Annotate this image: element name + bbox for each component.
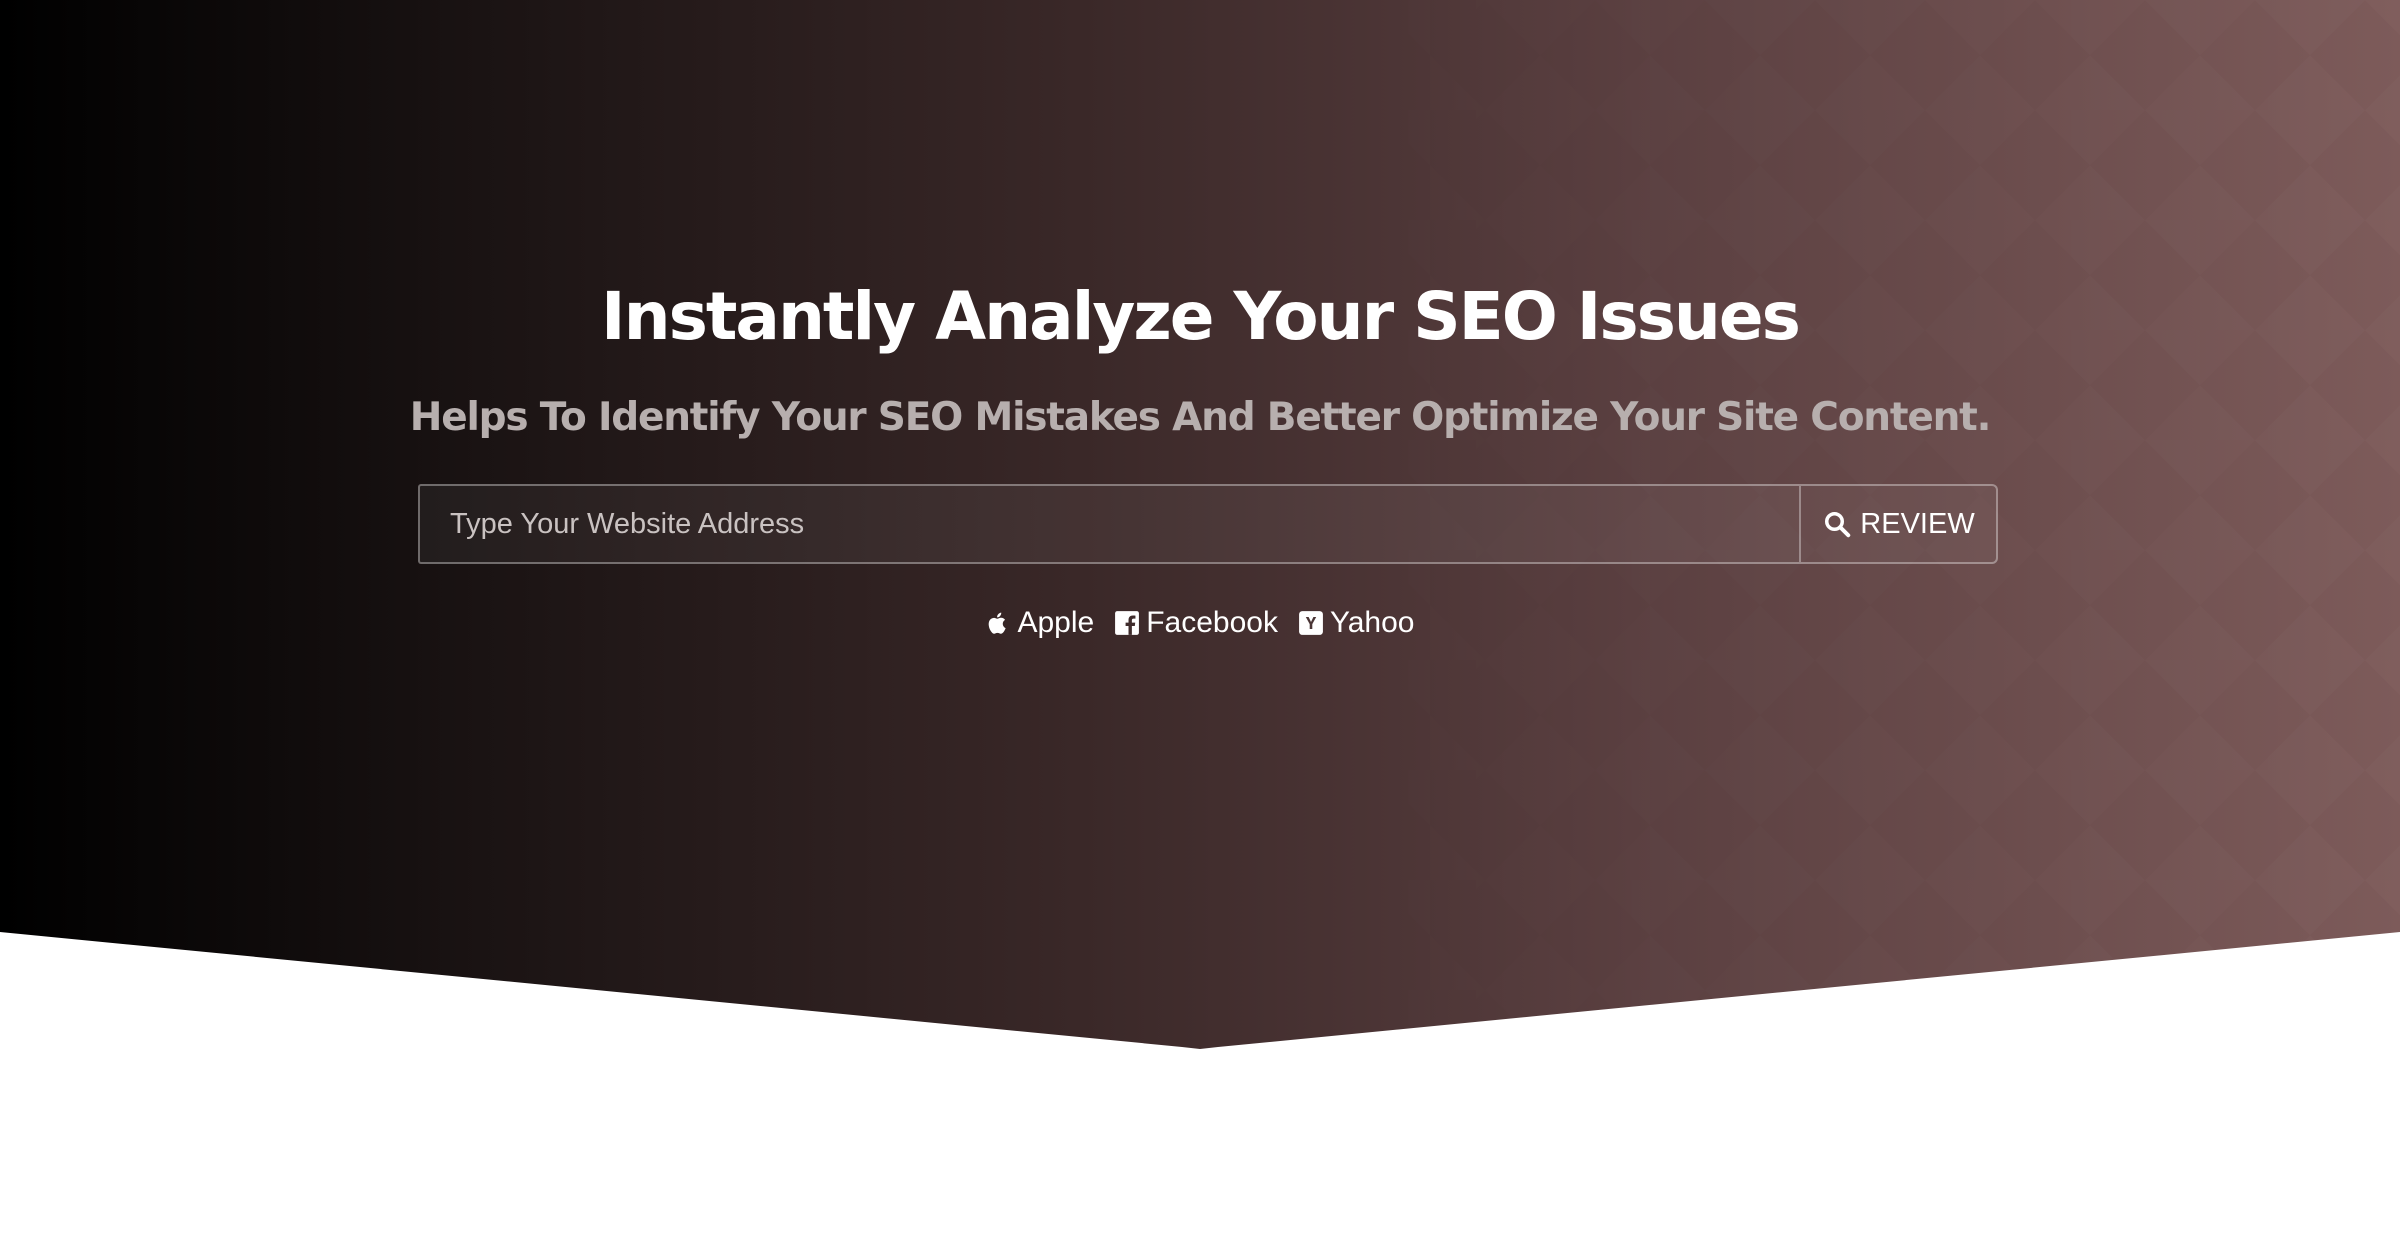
search-icon [1825, 512, 1851, 538]
seo-search-form: REVIEW [418, 484, 1998, 564]
example-label-facebook: Facebook [1146, 606, 1278, 639]
page-title: Instantly Analyze Your SEO Issues [601, 278, 1801, 355]
example-link-facebook[interactable]: Facebook [1114, 600, 1278, 646]
facebook-icon [1115, 611, 1140, 635]
page: Instantly Analyze Your SEO Issues Helps … [0, 0, 2400, 1260]
example-link-yahoo[interactable]: Yahoo [1298, 600, 1415, 646]
example-label-yahoo: Yahoo [1329, 606, 1415, 639]
example-link-apple[interactable]: Apple [985, 600, 1094, 646]
example-sites: Apple Facebook Yahoo [0, 600, 2400, 646]
review-button-label: REVIEW [1860, 507, 1975, 540]
apple-icon [989, 612, 1007, 634]
page-subtitle: Helps To Identify Your SEO Mistakes And … [409, 395, 1992, 440]
example-label-apple: Apple [1017, 606, 1095, 639]
yahoo-icon [1299, 611, 1323, 635]
website-address-input[interactable] [418, 484, 1799, 564]
review-button[interactable]: REVIEW [1799, 484, 1998, 564]
